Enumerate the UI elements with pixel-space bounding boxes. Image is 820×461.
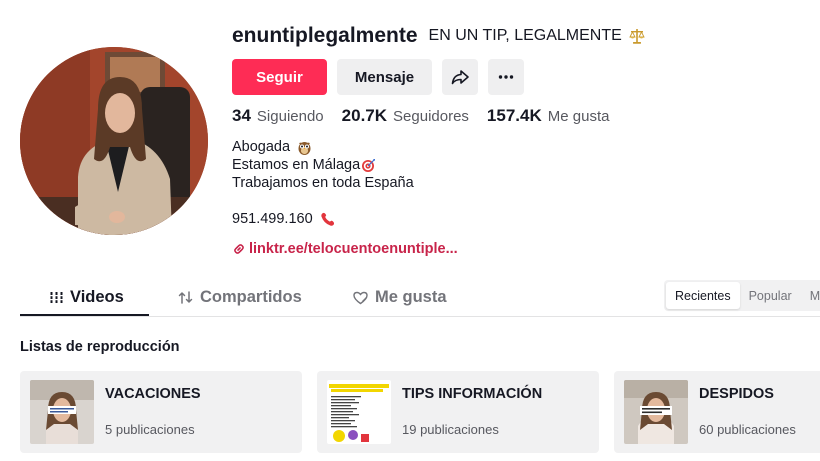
following-stat[interactable]: 34 Siguiendo bbox=[232, 106, 324, 126]
share-icon bbox=[451, 70, 469, 85]
likes-label: Me gusta bbox=[547, 108, 610, 125]
likes-stat: 157.4K Me gusta bbox=[487, 106, 610, 126]
bio-line-1: Abogada bbox=[232, 139, 291, 155]
heart-icon bbox=[353, 291, 368, 304]
following-count: 34 bbox=[232, 106, 251, 125]
playlist-card[interactable]: DESPIDOS 60 publicaciones bbox=[614, 371, 820, 453]
active-tab-indicator bbox=[20, 314, 149, 316]
link-icon bbox=[234, 244, 244, 254]
playlists-heading: Listas de reproducción bbox=[20, 339, 180, 355]
following-label: Siguiendo bbox=[256, 108, 324, 125]
owl-icon bbox=[298, 141, 311, 155]
tab-videos-label: Videos bbox=[70, 288, 124, 306]
playlist-title: DESPIDOS bbox=[699, 386, 774, 402]
followers-stat[interactable]: 20.7K Seguidores bbox=[342, 106, 469, 126]
tab-shared[interactable]: Compartidos bbox=[178, 278, 302, 317]
tab-shared-label: Compartidos bbox=[200, 288, 302, 306]
playlist-count: 60 publicaciones bbox=[699, 422, 796, 437]
tab-videos[interactable]: Videos bbox=[50, 278, 124, 317]
scales-of-justice-icon bbox=[628, 27, 646, 45]
sort-recent[interactable]: Recientes bbox=[666, 282, 740, 309]
playlist-title: TIPS INFORMACIÓN bbox=[402, 386, 543, 402]
more-options-button[interactable] bbox=[488, 59, 524, 95]
playlist-card[interactable]: TIPS INFORMACIÓN 19 publicaciones bbox=[317, 371, 599, 453]
followers-count: 20.7K bbox=[341, 106, 388, 125]
more-options-icon bbox=[498, 75, 514, 79]
tab-liked-label: Me gusta bbox=[375, 288, 447, 306]
playlist-thumbnail bbox=[327, 380, 391, 444]
playlist-title: VACACIONES bbox=[105, 386, 201, 402]
playlist-thumbnail bbox=[30, 380, 94, 444]
avatar-photo bbox=[20, 47, 208, 235]
playlist-thumbnail bbox=[624, 380, 688, 444]
grid-lines-icon bbox=[50, 292, 63, 303]
playlist-count: 19 publicaciones bbox=[402, 422, 499, 437]
sort-more[interactable]: Más bbox=[801, 282, 820, 309]
follow-button[interactable]: Seguir bbox=[232, 59, 327, 95]
target-icon bbox=[362, 158, 376, 172]
likes-count: 157.4K bbox=[486, 106, 542, 125]
profile-link-text: linktr.ee/telocuentoenuntiple... bbox=[249, 241, 458, 257]
phone-line: 951.499.160 bbox=[232, 211, 336, 227]
sort-control: Recientes Popular Más bbox=[664, 280, 820, 311]
phone-number: 951.499.160 bbox=[232, 211, 313, 227]
profile-username: enuntiplegalmente bbox=[232, 24, 418, 47]
bio-line-2: Estamos en Málaga bbox=[232, 157, 361, 173]
telephone-icon bbox=[320, 212, 334, 226]
share-button[interactable] bbox=[442, 59, 478, 95]
followers-label: Seguidores bbox=[393, 108, 469, 125]
profile-bio: Abogada Estamos en Málaga Trabajamos en … bbox=[232, 138, 414, 192]
bio-line-3: Trabajamos en toda España bbox=[232, 175, 414, 191]
sort-popular[interactable]: Popular bbox=[740, 282, 801, 309]
tab-liked[interactable]: Me gusta bbox=[353, 278, 447, 317]
profile-avatar[interactable] bbox=[20, 47, 208, 235]
profile-nickname: EN UN TIP, LEGALMENTE bbox=[428, 27, 622, 44]
message-button[interactable]: Mensaje bbox=[337, 59, 432, 95]
profile-link[interactable]: linktr.ee/telocuentoenuntiple... bbox=[232, 241, 458, 257]
playlist-card[interactable]: VACACIONES 5 publicaciones bbox=[20, 371, 302, 453]
playlist-count: 5 publicaciones bbox=[105, 422, 195, 437]
repost-icon bbox=[178, 291, 193, 304]
